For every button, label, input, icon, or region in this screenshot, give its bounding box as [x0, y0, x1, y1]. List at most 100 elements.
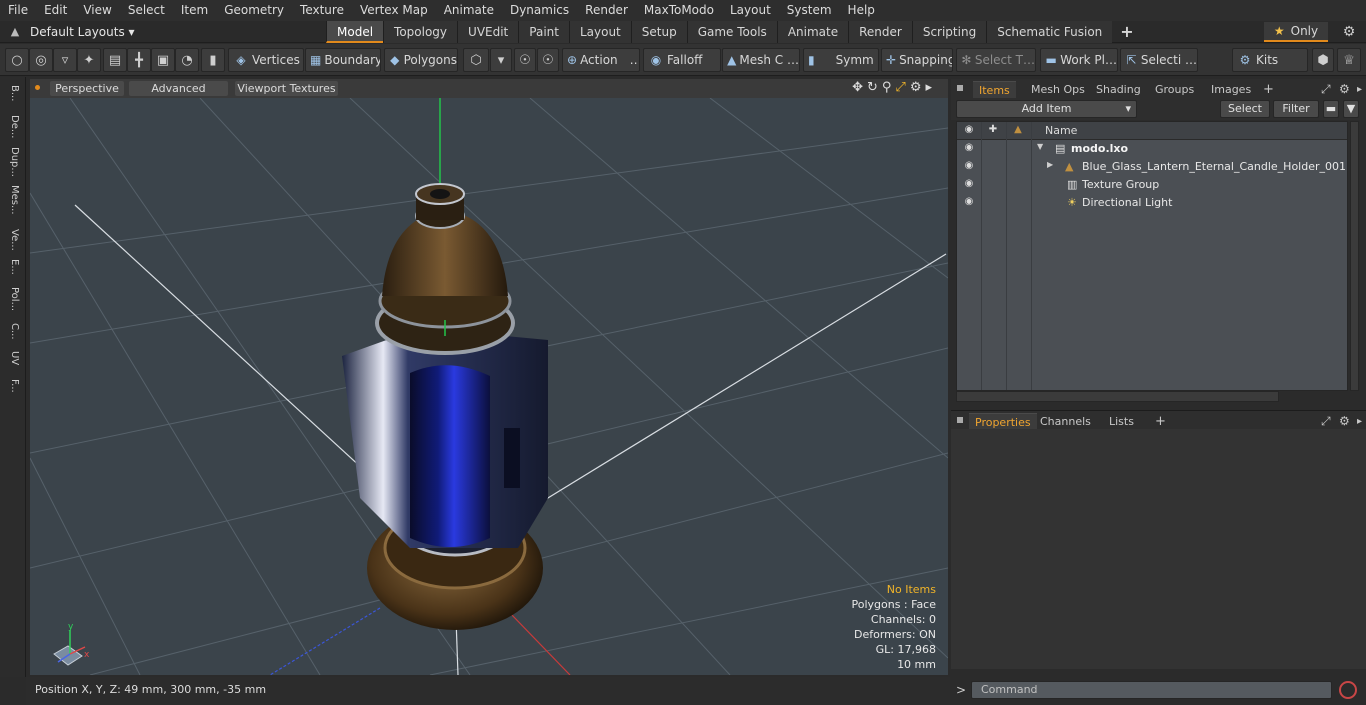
eye-icon[interactable]: ◉	[963, 178, 975, 189]
menu-geometry[interactable]: Geometry	[216, 0, 292, 21]
work-plane-button[interactable]: ▬ Work Pl…	[1040, 48, 1118, 72]
list-item[interactable]: ◉ ▶ ▲ Blue_Glass_Lantern_Eternal_Candle_…	[957, 158, 1347, 176]
sidebar-tab-polygon[interactable]: Pol...	[4, 287, 20, 311]
select-mode-icon[interactable]: ☉	[514, 48, 536, 72]
pen-icon[interactable]: ▿	[53, 48, 77, 72]
add-panel-tab-button[interactable]: +	[1257, 81, 1280, 98]
layout-expand-icon[interactable]: ▲	[8, 25, 22, 39]
mesh-constraint-button[interactable]: ▲ Mesh C …	[722, 48, 800, 72]
item-list-horizontal-scrollbar[interactable]	[956, 391, 1279, 402]
symmetry-button[interactable]: ▮ Symm …	[803, 48, 879, 72]
tab-mesh-ops[interactable]: Mesh Ops	[1025, 81, 1091, 98]
zoom-view-icon[interactable]: ⚲	[882, 80, 892, 97]
select-mode-2-icon[interactable]: ☉	[537, 48, 559, 72]
falloff-button[interactable]: ◉ Falloff	[643, 48, 721, 72]
collapse-icon[interactable]: ▬	[1323, 100, 1339, 118]
filter-button[interactable]: Filter	[1273, 100, 1319, 118]
item-list-vertical-scrollbar[interactable]	[1350, 121, 1359, 391]
expand-triangle-icon[interactable]: ▼	[1037, 142, 1043, 151]
kits-button[interactable]: ⚙ Kits	[1232, 48, 1308, 72]
menu-edit[interactable]: Edit	[36, 0, 75, 21]
tab-model[interactable]: Model	[326, 21, 384, 43]
eye-icon[interactable]: ◉	[963, 160, 975, 171]
tab-channels[interactable]: Channels	[1034, 413, 1097, 430]
snapping-button[interactable]: ✛ Snapping	[881, 48, 953, 72]
eye-icon[interactable]: ◉	[963, 196, 975, 207]
boundary-button[interactable]: ▦ Boundary	[305, 48, 381, 72]
material-icon[interactable]: ⬡	[463, 48, 489, 72]
polygons-button[interactable]: ◆ Polygons	[384, 48, 458, 72]
sidebar-tab-uv[interactable]: UV	[4, 351, 20, 365]
panel-arrow-icon[interactable]: ▸	[1351, 413, 1366, 430]
tab-game-tools[interactable]: Game Tools	[686, 21, 777, 43]
eye-icon[interactable]: ◉	[963, 142, 975, 153]
list-item[interactable]: ◉ ☀ Directional Light	[957, 194, 1347, 212]
menu-maxtomodo[interactable]: MaxToModo	[636, 0, 722, 21]
3d-viewport[interactable]: y x No Items Polygons : Face Channels: 0…	[30, 98, 948, 675]
sidebar-tab-deform[interactable]: De...	[4, 115, 20, 138]
globe-icon[interactable]: ◎	[29, 48, 53, 72]
tab-images[interactable]: Images	[1205, 81, 1257, 98]
list-item[interactable]: ◉ ▥ Texture Group	[957, 176, 1347, 194]
viewport-gear-icon[interactable]: ⚙	[910, 80, 922, 97]
rotate-view-icon[interactable]: ↻	[867, 80, 878, 97]
panel-menu-icon[interactable]	[957, 417, 963, 423]
tab-animate[interactable]: Animate	[776, 21, 849, 43]
menu-help[interactable]: Help	[840, 0, 883, 21]
brush-icon[interactable]: ✦	[77, 48, 101, 72]
name-column-header[interactable]: Name	[1045, 124, 1077, 137]
menu-render[interactable]: Render	[577, 0, 636, 21]
menu-texture[interactable]: Texture	[292, 0, 352, 21]
tab-schematic-fusion[interactable]: Schematic Fusion	[986, 21, 1113, 43]
panel-arrow-icon[interactable]: ▸	[1351, 81, 1366, 98]
menu-layout[interactable]: Layout	[722, 0, 779, 21]
sidebar-tab-basic[interactable]: B...	[4, 85, 20, 101]
selection-sets-button[interactable]: ⇱ Selecti …	[1120, 48, 1198, 72]
sidebar-tab-duplicate[interactable]: Dup...	[4, 147, 20, 177]
rotate-icon[interactable]: ◔	[175, 48, 199, 72]
move-view-icon[interactable]: ✥	[852, 80, 863, 97]
sidebar-tab-fusion[interactable]: F...	[4, 379, 20, 393]
menu-view[interactable]: View	[75, 0, 119, 21]
maximize-icon[interactable]: ⤢	[895, 80, 905, 97]
circle-select-icon[interactable]: ○	[5, 48, 29, 72]
sidebar-tab-vertex[interactable]: Ve...	[4, 229, 20, 251]
snap-box-icon[interactable]: ▣	[151, 48, 175, 72]
record-macro-icon[interactable]	[1339, 681, 1357, 699]
viewport-textures-button[interactable]: Viewport Textures	[235, 81, 338, 96]
add-item-button[interactable]: Add Item ▾	[956, 100, 1137, 118]
menu-file[interactable]: File	[0, 0, 36, 21]
layouts-dropdown[interactable]: Default Layouts ▾	[30, 21, 135, 43]
tab-paint[interactable]: Paint	[518, 21, 569, 43]
tab-topology[interactable]: Topology	[383, 21, 458, 43]
panel-menu-icon[interactable]	[957, 85, 963, 91]
select-button[interactable]: Select	[1220, 100, 1270, 118]
tab-items[interactable]: Items	[973, 81, 1016, 98]
menu-item[interactable]: Item	[173, 0, 216, 21]
advanced-button[interactable]: Advanced	[129, 81, 228, 96]
chevron-down-icon[interactable]: ▾	[490, 48, 512, 72]
align-icon[interactable]: ▤	[103, 48, 127, 72]
tab-layout[interactable]: Layout	[568, 21, 631, 43]
tab-scripting[interactable]: Scripting	[911, 21, 987, 43]
gear-icon[interactable]: ⚙	[1340, 23, 1358, 41]
transform-icon[interactable]: ╋	[127, 48, 151, 72]
tab-shading[interactable]: Shading	[1090, 81, 1147, 98]
list-item[interactable]: ◉ ▼ ▤ modo.lxo	[957, 140, 1347, 158]
action-center-button[interactable]: ⊕Action…	[562, 48, 640, 72]
shield-icon[interactable]: ▮	[201, 48, 225, 72]
menu-dynamics[interactable]: Dynamics	[502, 0, 577, 21]
viewport-expand-icon[interactable]: ▸	[925, 80, 932, 97]
menu-animate[interactable]: Animate	[436, 0, 502, 21]
menu-select[interactable]: Select	[120, 0, 173, 21]
only-toggle[interactable]: ★ Only	[1264, 22, 1328, 42]
tab-properties[interactable]: Properties	[969, 413, 1037, 430]
tab-lists[interactable]: Lists	[1103, 413, 1140, 430]
menu-system[interactable]: System	[779, 0, 840, 21]
sidebar-tab-edge[interactable]: E...	[4, 259, 20, 275]
tab-setup[interactable]: Setup	[630, 21, 687, 43]
funnel-icon[interactable]: ▼	[1343, 100, 1359, 118]
sidebar-tab-mesh-edit[interactable]: Mes...	[4, 185, 20, 215]
unity-icon[interactable]: ⬢	[1312, 48, 1334, 72]
tab-groups[interactable]: Groups	[1149, 81, 1200, 98]
